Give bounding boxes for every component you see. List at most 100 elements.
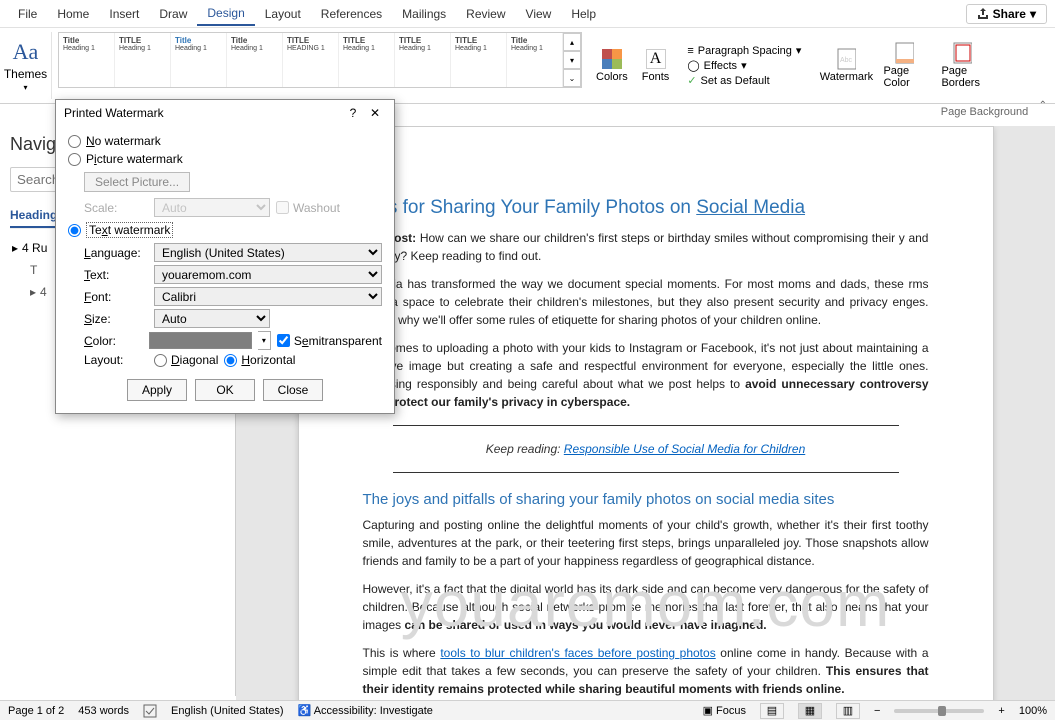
watermark-button[interactable]: Abc Watermark [821,32,871,99]
style-thumb[interactable]: TITLEHeading 1 [395,33,451,87]
themes-icon: Aa [13,39,39,65]
style-thumb[interactable]: TitleHeading 1 [507,33,563,87]
collapse-ribbon-icon[interactable]: ⌃ [1039,100,1047,111]
color-swatch[interactable] [149,332,251,349]
tab-view[interactable]: View [516,3,562,25]
style-thumb[interactable]: TITLEHeading 1 [339,33,395,87]
set-default-button[interactable]: ✓Set as Default [687,74,801,87]
tab-review[interactable]: Review [456,3,515,25]
tab-layout[interactable]: Layout [255,3,311,25]
gallery-scroll[interactable]: ▴▾⌄ [563,33,581,87]
doc-paragraph: l media has transformed the way we docum… [363,275,929,329]
spellcheck-icon[interactable] [143,704,157,718]
page-color-icon [894,43,914,63]
style-thumb[interactable]: TITLEHEADING 1 [283,33,339,87]
tab-home[interactable]: Home [47,3,99,25]
zoom-in-button[interactable]: + [998,705,1004,717]
page-color-button[interactable]: Page Color [879,32,929,99]
tab-help[interactable]: Help [561,3,606,25]
ok-button[interactable]: OK [195,379,255,401]
page-borders-button[interactable]: Page Borders [937,32,987,99]
tab-design[interactable]: Design [197,2,254,26]
svg-text:Abc: Abc [840,57,853,64]
accessibility-icon: ♿ [298,705,312,717]
print-layout-button[interactable]: ▦ [798,703,822,719]
page-borders-icon [952,43,972,63]
font-select[interactable]: Calibri [154,287,382,306]
color-dropdown[interactable]: ▾ [258,331,271,350]
keep-reading: Keep reading: Responsible Use of Social … [363,440,929,458]
document-page: youaremom.com ules for Sharing Your Fami… [298,126,994,700]
read-mode-button[interactable]: ▤ [760,703,784,719]
scale-select: Auto [154,198,270,217]
doc-paragraph: line post: How can we share our children… [363,229,929,265]
ribbon-body: Aa Themes ▾ TitleHeading 1 TITLEHeading … [0,28,1055,104]
style-thumb[interactable]: TitleHeading 1 [171,33,227,87]
caret-icon: ▸ [12,241,18,255]
tab-insert[interactable]: Insert [99,3,149,25]
no-watermark-radio[interactable]: No watermark [68,132,382,150]
ribbon-tabs: File Home Insert Draw Design Layout Refe… [0,0,1055,28]
colors-label: Colors [596,71,628,83]
language-indicator[interactable]: English (United States) [171,705,284,717]
paragraph-spacing-icon: ≡ [687,45,693,57]
effects-button[interactable]: ◯Effects ▾ [687,59,801,72]
close-button[interactable]: Close [263,379,323,401]
size-select[interactable]: Auto [154,309,270,328]
apply-button[interactable]: Apply [127,379,187,401]
accessibility-indicator[interactable]: ♿ Accessibility: Investigate [298,704,433,717]
doc-link[interactable]: Responsible Use of Social Media for Chil… [564,442,805,456]
doc-paragraph: Capturing and posting online the delight… [363,516,929,570]
style-thumb[interactable]: TitleHeading 1 [227,33,283,87]
doc-link[interactable]: tools to blur children's faces before po… [440,646,715,660]
doc-paragraph: However, it's a fact that the digital wo… [363,580,929,634]
chevron-down-icon: ▾ [23,83,27,92]
diagonal-radio[interactable] [154,354,167,367]
font-label: Font: [84,290,148,304]
share-label: Share [993,7,1026,21]
language-label: Language: [84,246,148,260]
word-count[interactable]: 453 words [78,705,129,717]
doc-link[interactable]: Social Media [696,197,805,218]
tab-draw[interactable]: Draw [149,3,197,25]
picture-watermark-radio[interactable]: Picture watermark [68,150,382,168]
semitransparent-checkbox[interactable] [277,334,290,347]
colors-button[interactable]: Colors [592,47,632,85]
page-indicator[interactable]: Page 1 of 2 [8,705,64,717]
doc-paragraph: This is where tools to blur children's f… [363,644,929,698]
paragraph-spacing-button[interactable]: ≡Paragraph Spacing ▾ [687,44,801,57]
dialog-close-button[interactable]: ✕ [364,106,386,120]
select-picture-button: Select Picture... [84,172,190,192]
group-label-pagebg: Page Background [941,106,1028,118]
text-watermark-radio[interactable]: Text watermark [68,220,382,240]
color-label: Color: [84,334,143,348]
web-layout-button[interactable]: ▥ [836,703,860,719]
style-thumb[interactable]: TITLEHeading 1 [115,33,171,87]
tab-mailings[interactable]: Mailings [392,3,456,25]
document-formatting-gallery[interactable]: TitleHeading 1 TITLEHeading 1 TitleHeadi… [58,32,582,88]
zoom-slider[interactable] [894,709,984,713]
fonts-button[interactable]: A Fonts [638,47,674,85]
style-thumb[interactable]: TITLEHeading 1 [451,33,507,87]
focus-mode-button[interactable]: ▣ Focus [703,704,746,717]
size-label: Size: [84,312,148,326]
fonts-label: Fonts [642,71,670,83]
style-thumb[interactable]: TitleHeading 1 [59,33,115,87]
status-bar: Page 1 of 2 453 words English (United St… [0,700,1055,720]
doc-horizontal-rule [393,425,899,426]
washout-checkbox [276,201,289,214]
tab-references[interactable]: References [311,3,392,25]
tab-file[interactable]: File [8,3,47,25]
share-button[interactable]: Share ▾ [966,4,1047,24]
horizontal-radio[interactable] [224,354,237,367]
language-select[interactable]: English (United States) [154,243,382,262]
layout-label: Layout: [84,353,148,367]
zoom-out-button[interactable]: − [874,705,880,717]
dialog-help-button[interactable]: ? [342,106,364,120]
colors-icon [602,49,622,69]
doc-paragraph: n it comes to uploading a photo with you… [363,339,929,411]
themes-button[interactable]: Aa Themes ▾ [6,32,52,99]
watermark-text-select[interactable]: youaremom.com [154,265,382,284]
zoom-level[interactable]: 100% [1019,705,1047,717]
watermark-icon: Abc [836,49,856,69]
